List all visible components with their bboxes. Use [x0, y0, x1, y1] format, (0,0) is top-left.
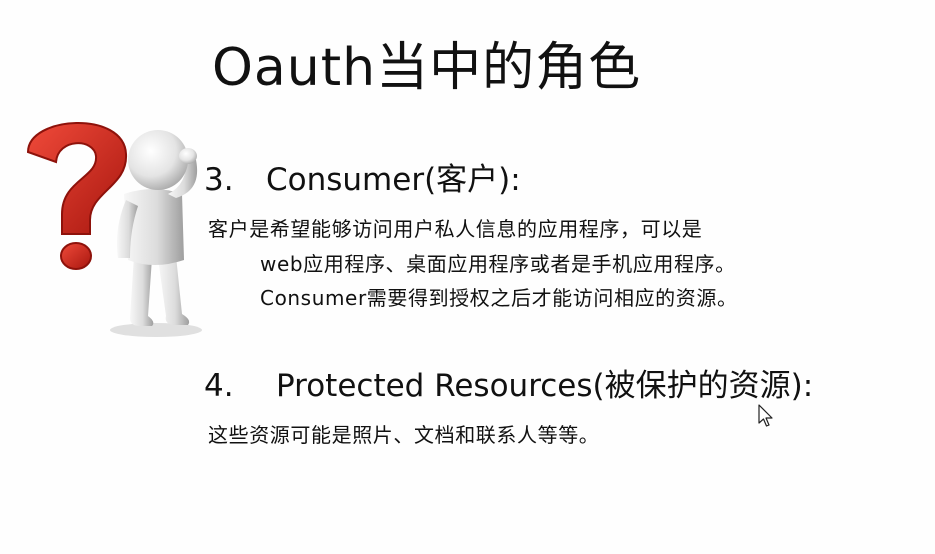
thinking-figure-question-mark-icon [6, 108, 206, 340]
consumer-description-line-3: Consumer需要得到授权之后才能访问相应的资源。 [260, 286, 738, 310]
consumer-description-line-2: web应用程序、桌面应用程序或者是手机应用程序。 [260, 252, 736, 276]
section-heading-consumer: 3. Consumer(客户): [204, 158, 521, 202]
slide: Oauth当中的角色 3. Consumer(客户): 客户是希望能够访问用户私… [0, 0, 935, 554]
mouse-pointer-icon [758, 404, 774, 428]
section-title: Consumer(客户): [266, 162, 521, 198]
consumer-description-line-1: 客户是希望能够访问用户私人信息的应用程序，可以是 [208, 217, 703, 241]
section-number: 4. [204, 368, 234, 404]
section-heading-protected-resources: 4. Protected Resources(被保护的资源): [204, 364, 813, 408]
section-title: Protected Resources(被保护的资源): [276, 368, 814, 404]
protected-resources-description-line-1: 这些资源可能是照片、文档和联系人等等。 [208, 423, 600, 447]
section-number: 3. [204, 162, 234, 198]
slide-title: Oauth当中的角色 [212, 38, 642, 98]
